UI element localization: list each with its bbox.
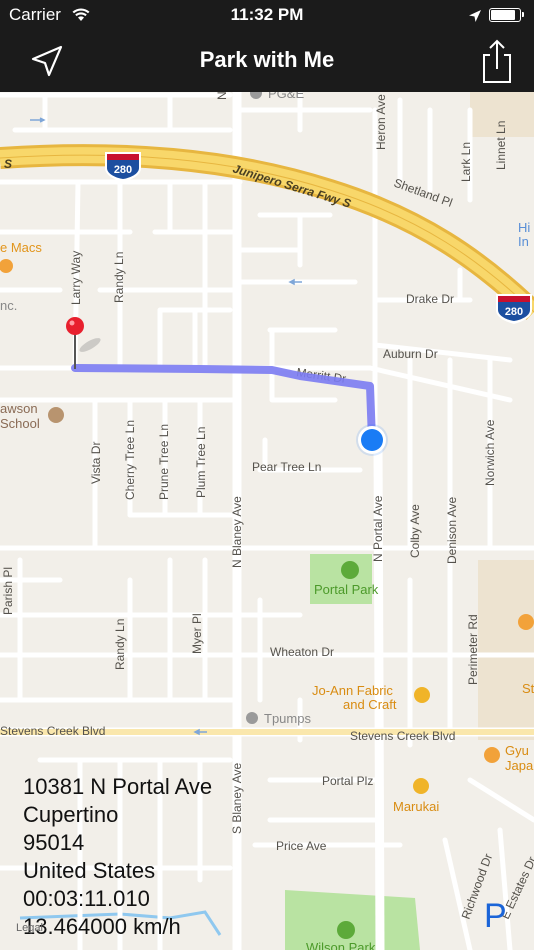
freeway-direction: S [4, 157, 12, 171]
poi-dawson-school-line2: School [0, 416, 40, 431]
street-s-blaney-ave: S Blaney Ave [230, 763, 244, 834]
poi-inc: nc. [0, 298, 17, 313]
user-location-dot-icon [356, 424, 388, 456]
map-view[interactable]: 280 280 Junipero Serra Fwy S S Larry Way… [0, 92, 534, 950]
commercial-area [478, 560, 534, 740]
street-wheaton-dr: Wheaton Dr [270, 645, 334, 659]
street-vista-dr: Vista Dr [89, 442, 103, 484]
street-linnet-ln: Linnet Ln [494, 121, 508, 170]
info-zip: 95014 [23, 830, 85, 855]
street-auburn-dr: Auburn Dr [383, 347, 438, 361]
poi-st: St [522, 681, 534, 696]
poi-gyu-line1: Gyu [505, 743, 529, 758]
street-plum-tree-ln: Plum Tree Ln [194, 427, 208, 498]
street-n-portal-ave: N Portal Ave [371, 495, 385, 562]
street-cherry-tree-ln: Cherry Tree Ln [123, 420, 137, 500]
poi-marukai: Marukai [393, 799, 439, 814]
legal-link[interactable]: Legal [16, 922, 43, 934]
info-country: United States [23, 858, 156, 883]
street-price-ave: Price Ave [276, 839, 327, 853]
poi-tpumps: Tpumps [264, 711, 311, 726]
street-randy-ln: Randy Ln [112, 252, 126, 303]
shield-label-280-east: 280 [505, 306, 523, 318]
street-drake-dr: Drake Dr [406, 292, 454, 306]
info-speed: 13.464000 km/h [23, 914, 181, 939]
street-prune-tree-ln: Prune Tree Ln [157, 424, 171, 500]
street-parish-pl: Parish Pl [1, 567, 15, 615]
status-bar: Carrier 11:32 PM [0, 0, 534, 30]
street-perimeter-rd: Perimeter Rd [466, 614, 480, 685]
street-colby-ave: Colby Ave [408, 504, 422, 558]
poi-the-macs: e Macs [0, 240, 42, 255]
street-heron-ave: Heron Ave [374, 94, 388, 150]
street-n-blaney-ave: N Blaney Ave [230, 496, 244, 568]
poi-joann-line1: Jo-Ann Fabric [312, 683, 393, 698]
info-city: Cupertino [23, 802, 119, 827]
street-portal-plz: Portal Plz [322, 774, 373, 788]
share-icon[interactable] [476, 38, 518, 84]
street-norwich-ave: Norwich Ave [483, 419, 497, 486]
poi-wilson-park: Wilson Park [306, 940, 376, 950]
page-title: Park with Me [199, 47, 335, 72]
street-stevens-creek-blvd-west: Stevens Creek Blvd [0, 724, 105, 738]
shield-label-280: 280 [114, 164, 132, 176]
street-n-fragment: N [215, 92, 229, 100]
poi-hi-line1: Hi [518, 220, 530, 235]
street-pear-tree-ln: Pear Tree Ln [252, 460, 321, 474]
info-elapsed-time: 00:03:11.010 [23, 886, 150, 911]
street-myer-pl: Myer Pl [190, 613, 204, 654]
street-lark-ln: Lark Ln [459, 142, 473, 182]
poi-dawson-school-line1: awson [0, 401, 38, 416]
poi-portal-park: Portal Park [314, 582, 379, 597]
parking-button[interactable]: P [484, 897, 507, 936]
poi-joann-line2: and Craft [343, 697, 397, 712]
street-stevens-creek-blvd-east: Stevens Creek Blvd [350, 729, 455, 743]
location-arrow-icon [468, 8, 482, 28]
battery-icon [489, 8, 524, 22]
street-larry-way: Larry Way [69, 251, 83, 305]
street-denison-ave: Denison Ave [445, 497, 459, 564]
street-randy-ln-south: Randy Ln [113, 619, 127, 670]
clock: 11:32 PM [230, 5, 304, 24]
poi-hi-line2: In [518, 234, 529, 249]
info-street: 10381 N Portal Ave [23, 774, 213, 799]
poi-gyu-line2: Japa [505, 758, 534, 773]
nav-bar: Park with Me [0, 30, 534, 92]
location-info-panel: 10381 N Portal Ave Cupertino 95014 Unite… [23, 773, 212, 941]
poi-pge: PG&E [268, 92, 304, 101]
